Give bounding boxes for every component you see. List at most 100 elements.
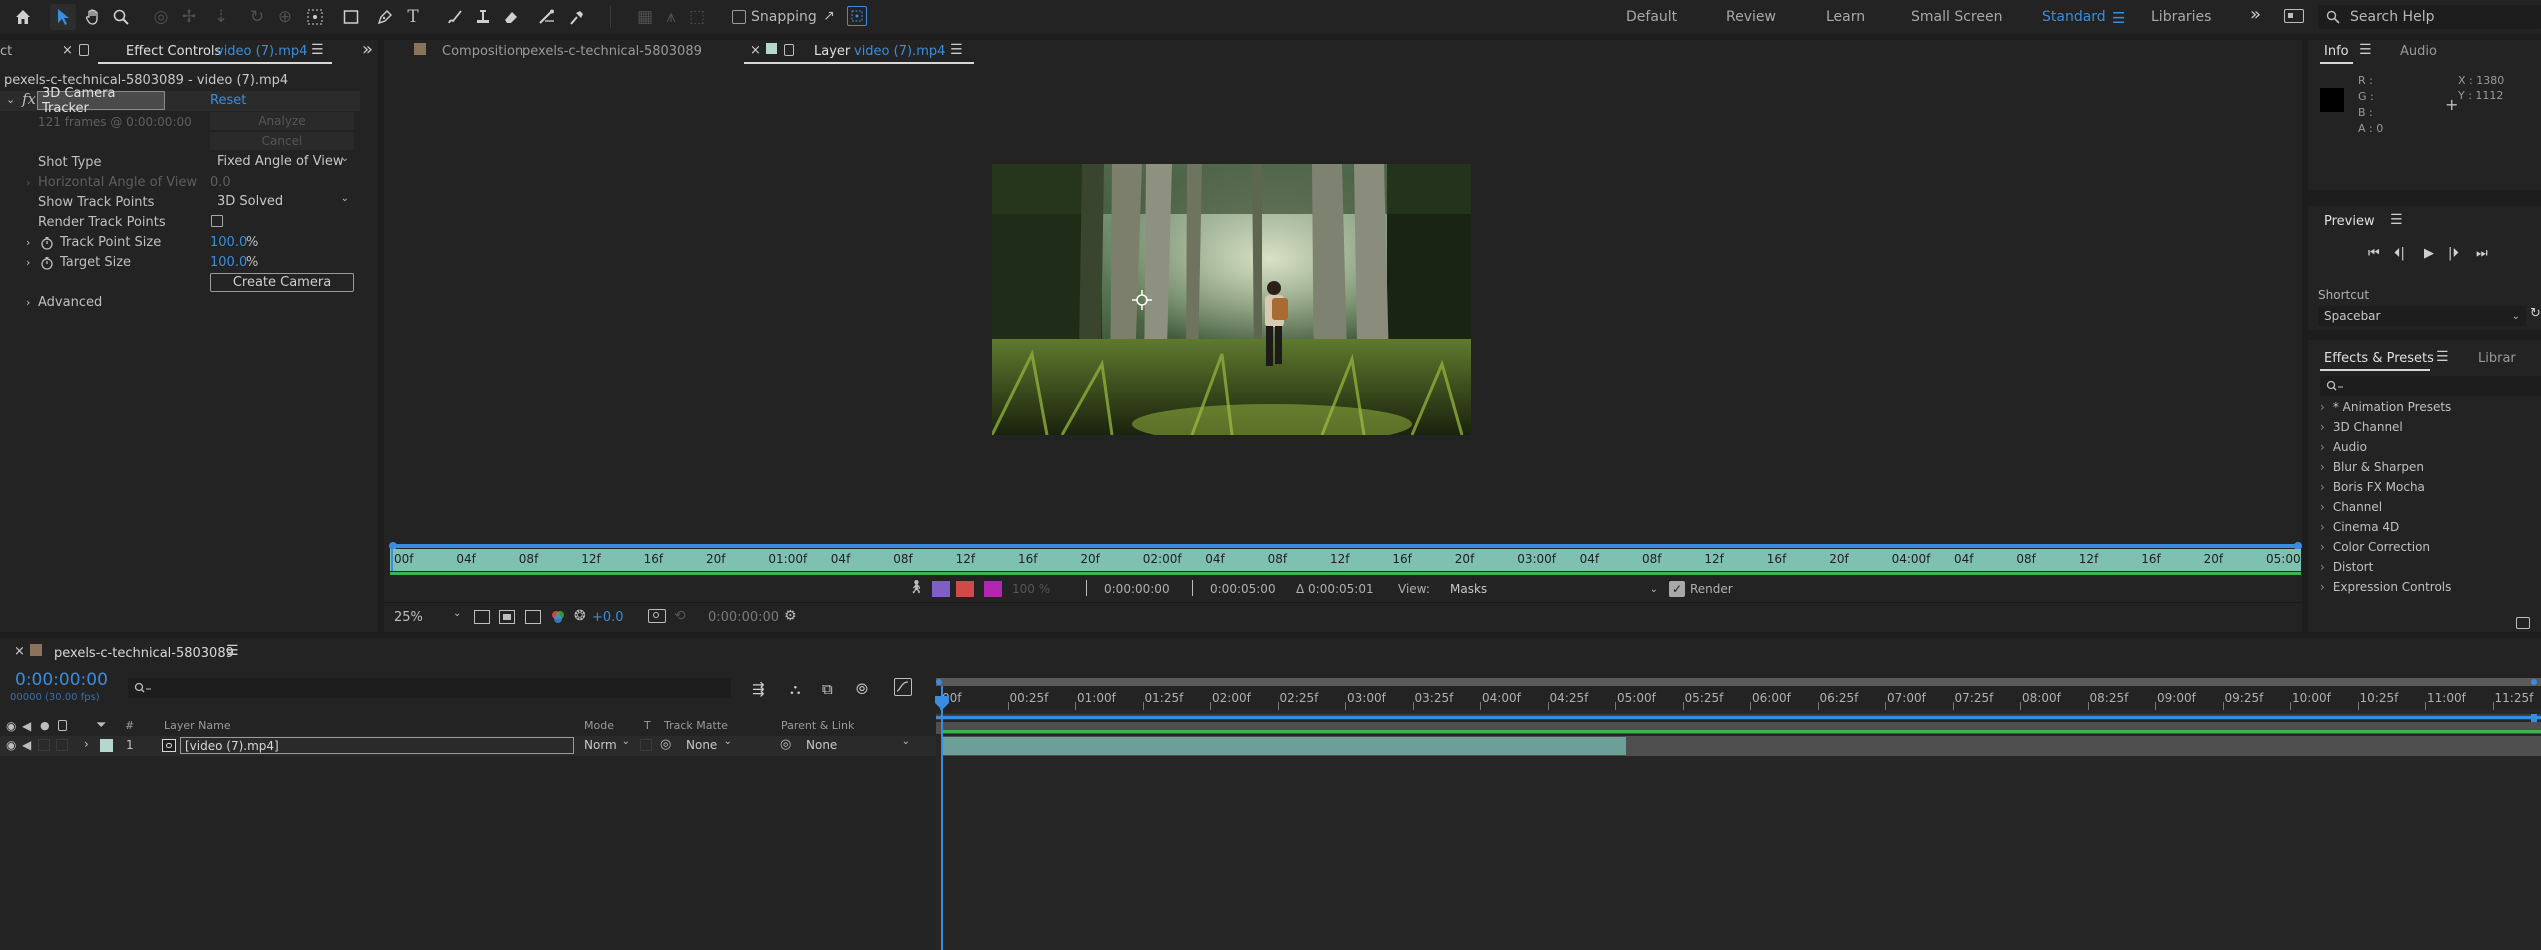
parent-pick-whip-icon[interactable]: ◎ xyxy=(780,737,791,752)
workspace-menu-icon[interactable]: ☰ xyxy=(2112,9,2125,27)
composition-tab-prefix[interactable]: Composition xyxy=(442,44,523,59)
hand-tool-icon[interactable] xyxy=(80,4,106,30)
workspace-small-screen[interactable]: Small Screen xyxy=(1911,9,2002,25)
expand-chevron-icon[interactable]: ⌄ xyxy=(6,93,15,106)
reset-link[interactable]: Reset xyxy=(210,93,246,108)
panel-menu-icon[interactable]: ☰ xyxy=(311,42,324,58)
puppet-tool-icon[interactable] xyxy=(564,4,590,30)
video-frame[interactable] xyxy=(992,164,1471,435)
grid-icon[interactable] xyxy=(525,610,541,624)
roto-brush-tool-icon[interactable] xyxy=(534,4,560,30)
in-time[interactable]: 0:00:00:00 xyxy=(1104,582,1170,596)
current-time-indicator[interactable] xyxy=(941,686,943,950)
fx-toggle-icon[interactable]: fx xyxy=(22,90,36,108)
region-of-interest-icon[interactable]: ⚙ xyxy=(784,608,797,624)
fit-icon[interactable] xyxy=(474,610,490,624)
previous-frame-icon[interactable]: ⏴︎| xyxy=(2394,246,2405,261)
workspace-review[interactable]: Review xyxy=(1726,9,1776,25)
effects-list-item[interactable]: › Channel xyxy=(2320,500,2382,514)
timeline-comp-name[interactable]: pexels-c-technical-5803089 xyxy=(54,646,234,661)
snapshot-icon[interactable] xyxy=(648,609,666,623)
clone-stamp-tool-icon[interactable] xyxy=(470,4,496,30)
panel-overflow-icon[interactable]: » xyxy=(362,39,373,60)
panel-menu-icon[interactable]: ☰ xyxy=(226,643,239,659)
anchor-target-icon[interactable] xyxy=(1132,290,1152,310)
video-switch-icon[interactable]: ◉ xyxy=(6,738,16,752)
effects-list-item[interactable]: › 3D Channel xyxy=(2320,420,2403,434)
view-dropdown[interactable]: Masks ⌄ xyxy=(1448,580,1658,598)
disclosure-chevron-icon[interactable]: › xyxy=(26,296,30,309)
snap-options-icon[interactable]: ↗ xyxy=(820,7,838,25)
disclosure-chevron-icon[interactable]: › xyxy=(26,236,30,249)
world-axis-mode-icon[interactable]: ⩚ xyxy=(658,4,684,30)
selection-tool-icon[interactable] xyxy=(50,4,76,30)
track-matte-dropdown[interactable]: None ⌄ xyxy=(686,736,732,754)
panel-menu-icon[interactable]: ☰ xyxy=(2359,42,2372,58)
analyze-button[interactable]: Analyze xyxy=(210,112,354,130)
snapping-checkbox[interactable] xyxy=(732,10,746,24)
effects-list-item[interactable]: › Audio xyxy=(2320,440,2367,454)
track-point-size-value[interactable]: 100.0 xyxy=(210,232,247,252)
in-point-marker[interactable] xyxy=(1086,580,1087,596)
refine-tool-icon[interactable] xyxy=(956,581,974,597)
timeline-time-ruler[interactable]: 00f 00:25f 01:00f 01:25f 02:00f 02:25f 03:00f 0… xyxy=(936,686,2541,710)
show-track-points-dropdown[interactable]: 3D Solved ⌄ xyxy=(216,192,352,210)
layer-name-column-header[interactable]: Layer Name xyxy=(164,719,231,732)
timeline-timecode[interactable]: 0:00:00:00 xyxy=(15,670,108,690)
layer-name[interactable]: [video (7).mp4] xyxy=(180,737,574,754)
out-point-marker[interactable] xyxy=(1192,580,1193,596)
composition-tab-name[interactable]: pexels-c-technical-5803089 xyxy=(522,44,702,59)
libraries-tab[interactable]: Librar xyxy=(2478,351,2516,366)
chevron-down-icon[interactable]: ⌄ xyxy=(453,608,461,619)
time-navigator[interactable] xyxy=(936,678,2541,686)
workspace-libraries[interactable]: Libraries xyxy=(2151,9,2211,25)
effects-list-item[interactable]: › Distort xyxy=(2320,560,2373,574)
layer-playhead[interactable] xyxy=(391,549,393,571)
panel-menu-icon[interactable]: ☰ xyxy=(2390,212,2403,228)
composition-mini-flowchart-icon[interactable]: ⇶ xyxy=(752,680,765,698)
type-tool-icon[interactable]: T xyxy=(400,4,426,30)
panel-menu-icon[interactable]: ☰ xyxy=(950,42,963,58)
solo-header-icon[interactable]: ● xyxy=(40,719,50,732)
rotate-tool-icon[interactable]: ↻ xyxy=(244,4,270,30)
draft-3d-icon[interactable]: ⛬ xyxy=(790,680,801,698)
target-size-value[interactable]: 100.0 xyxy=(210,252,247,272)
exposure-reset-icon[interactable]: ❂ xyxy=(574,608,586,624)
effect-name[interactable]: 3D Camera Tracker xyxy=(37,86,165,116)
resolution-icon[interactable] xyxy=(499,610,515,624)
navigator-start-handle[interactable] xyxy=(936,679,942,685)
new-folder-icon[interactable] xyxy=(2516,617,2530,629)
home-icon[interactable] xyxy=(10,4,36,30)
color-swatch-icon[interactable] xyxy=(984,581,1002,597)
graph-editor-icon[interactable] xyxy=(894,678,912,696)
effects-list-item[interactable]: › Blur & Sharpen xyxy=(2320,460,2424,474)
pick-whip-icon[interactable]: ◎ xyxy=(660,737,671,752)
workspace-standard[interactable]: Standard xyxy=(2042,9,2106,25)
hide-shy-layers-icon[interactable]: ⧉ xyxy=(822,680,833,698)
layer-label-color[interactable] xyxy=(100,739,113,752)
audio-switch-header-icon[interactable]: ◀ xyxy=(22,719,31,733)
solo-box[interactable] xyxy=(38,739,50,751)
audio-tab[interactable]: Audio xyxy=(2400,44,2437,59)
table-row[interactable]: ◉ ◀ › 1 [video (7).mp4] Norm ⌄ ◎ None ⌄ … xyxy=(0,736,936,756)
brush-tool-icon[interactable] xyxy=(442,4,468,30)
exposure-value[interactable]: +0.0 xyxy=(592,610,624,625)
create-camera-button[interactable]: Create Camera xyxy=(210,273,354,292)
current-time[interactable]: 0:00:00:00 xyxy=(708,610,779,625)
walk-icon[interactable]: 🚶︎ xyxy=(908,580,925,596)
effects-search-box[interactable] xyxy=(2320,376,2541,396)
audio-switch-icon[interactable]: ◀ xyxy=(22,738,31,752)
layer-duration-bar[interactable] xyxy=(942,737,1626,755)
frame-blending-icon[interactable]: ⦾ xyxy=(856,680,868,698)
blend-mode-dropdown[interactable]: Norm ⌄ xyxy=(584,736,630,754)
shortcut-dropdown[interactable]: Spacebar ⌄ xyxy=(2318,306,2526,326)
close-tab-icon[interactable]: × xyxy=(14,644,25,659)
channel-icon[interactable] xyxy=(550,609,566,625)
workspace-default[interactable]: Default xyxy=(1626,9,1677,25)
zoom-tool-icon[interactable] xyxy=(108,4,134,30)
expand-layer-chevron-icon[interactable]: › xyxy=(84,737,89,751)
search-help-box[interactable]: Search Help xyxy=(2318,5,2541,29)
parent-dropdown[interactable]: None ⌄ xyxy=(806,736,910,754)
advanced-group[interactable]: Advanced xyxy=(38,292,102,312)
info-tab[interactable]: Info xyxy=(2324,44,2349,59)
